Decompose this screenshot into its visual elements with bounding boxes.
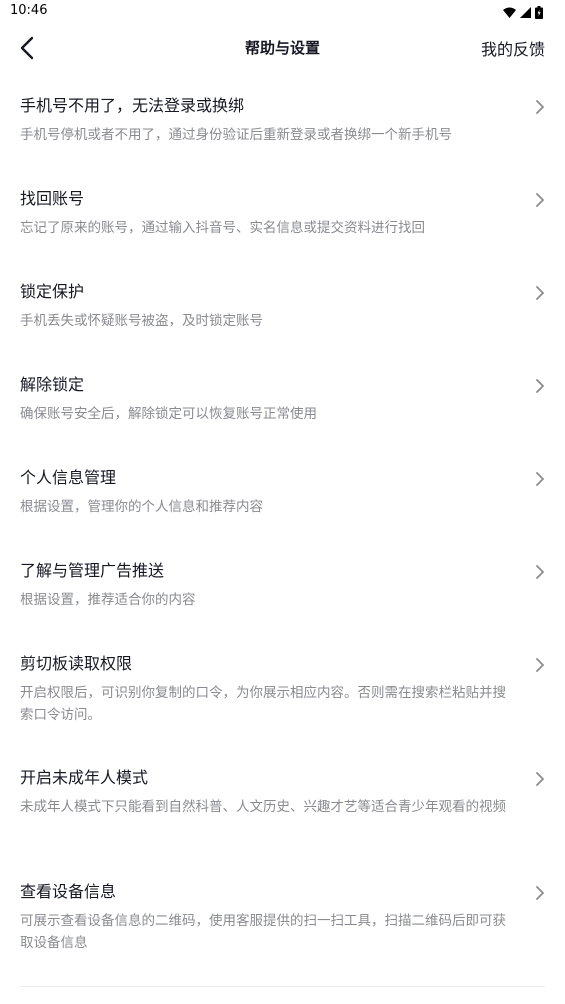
list-item-device-info[interactable]: 查看设备信息 可展示查看设备信息的二维码，使用客服提供的扫一扫工具，扫描二维码后… <box>0 858 565 972</box>
header: 帮助与设置 我的反馈 <box>0 24 565 72</box>
chevron-left-icon <box>20 36 34 60</box>
back-button[interactable] <box>14 34 42 62</box>
list-item-ad-management[interactable]: 了解与管理广告推送 根据设置，推荐适合你的内容 <box>0 537 565 630</box>
list-item-lock-protection[interactable]: 锁定保护 手机丢失或怀疑账号被盗，及时锁定账号 <box>0 258 565 351</box>
list-item-recover-account[interactable]: 找回账号 忘记了原来的账号，通过输入抖音号、实名信息或提交资料进行找回 <box>0 165 565 258</box>
chevron-right-icon <box>536 658 544 672</box>
chevron-right-icon <box>536 100 544 114</box>
list-item-description: 手机号停机或者不用了，通过身份验证后重新登录或者换绑一个新手机号 <box>20 127 452 143</box>
status-bar: 10:46 <box>0 0 565 24</box>
list-item-title: 剪切板读取权限 <box>20 654 133 673</box>
list-item-title: 锁定保护 <box>20 282 85 301</box>
my-feedback-link[interactable]: 我的反馈 <box>481 36 545 60</box>
list-item-description: 未成年人模式下只能看到自然科普、人文历史、兴趣才艺等适合青少年观看的视频 <box>20 799 506 815</box>
settings-list: 手机号不用了，无法登录或换绑 手机号停机或者不用了，通过身份验证后重新登录或者换… <box>0 72 565 972</box>
list-item-personal-info[interactable]: 个人信息管理 根据设置，管理你的个人信息和推荐内容 <box>0 444 565 537</box>
list-item-title: 了解与管理广告推送 <box>20 561 165 580</box>
list-item-description: 根据设置，推荐适合你的内容 <box>20 592 196 608</box>
list-item-description: 根据设置，管理你的个人信息和推荐内容 <box>20 499 263 515</box>
list-item-description: 手机丢失或怀疑账号被盗，及时锁定账号 <box>20 313 263 329</box>
bottom-divider <box>20 986 545 987</box>
list-item-title: 手机号不用了，无法登录或换绑 <box>20 96 245 115</box>
list-item-clipboard-permission[interactable]: 剪切板读取权限 开启权限后，可识别你复制的口令，为你展示相应内容。否则需在搜索栏… <box>0 630 565 744</box>
list-item-description: 忘记了原来的账号，通过输入抖音号、实名信息或提交资料进行找回 <box>20 220 425 236</box>
list-item-unlock[interactable]: 解除锁定 确保账号安全后，解除锁定可以恢复账号正常使用 <box>0 351 565 444</box>
chevron-right-icon <box>536 472 544 486</box>
chevron-right-icon <box>536 772 544 786</box>
chevron-right-icon <box>536 193 544 207</box>
list-item-description: 确保账号安全后，解除锁定可以恢复账号正常使用 <box>20 406 317 422</box>
list-item-phone-unavailable[interactable]: 手机号不用了，无法登录或换绑 手机号停机或者不用了，通过身份验证后重新登录或者换… <box>0 72 565 165</box>
list-item-title: 解除锁定 <box>20 375 85 394</box>
wifi-icon <box>503 7 516 18</box>
status-time: 10:46 <box>10 3 48 18</box>
chevron-right-icon <box>536 886 544 900</box>
status-icons <box>503 5 543 19</box>
battery-icon <box>535 5 543 19</box>
chevron-right-icon <box>536 565 544 579</box>
chevron-right-icon <box>536 379 544 393</box>
chevron-right-icon <box>536 286 544 300</box>
list-item-description: 开启权限后，可识别你复制的口令，为你展示相应内容。否则需在搜索栏粘贴并搜索口令访… <box>20 685 506 723</box>
list-item-title: 查看设备信息 <box>20 882 117 901</box>
list-item-description: 可展示查看设备信息的二维码，使用客服提供的扫一扫工具，扫描二维码后即可获取设备信… <box>20 913 506 951</box>
signal-icon <box>520 6 531 18</box>
list-item-title: 找回账号 <box>20 189 85 208</box>
list-item-minor-mode[interactable]: 开启未成年人模式 未成年人模式下只能看到自然科普、人文历史、兴趣才艺等适合青少年… <box>0 744 565 858</box>
list-item-title: 个人信息管理 <box>20 468 117 487</box>
list-item-title: 开启未成年人模式 <box>20 768 149 787</box>
